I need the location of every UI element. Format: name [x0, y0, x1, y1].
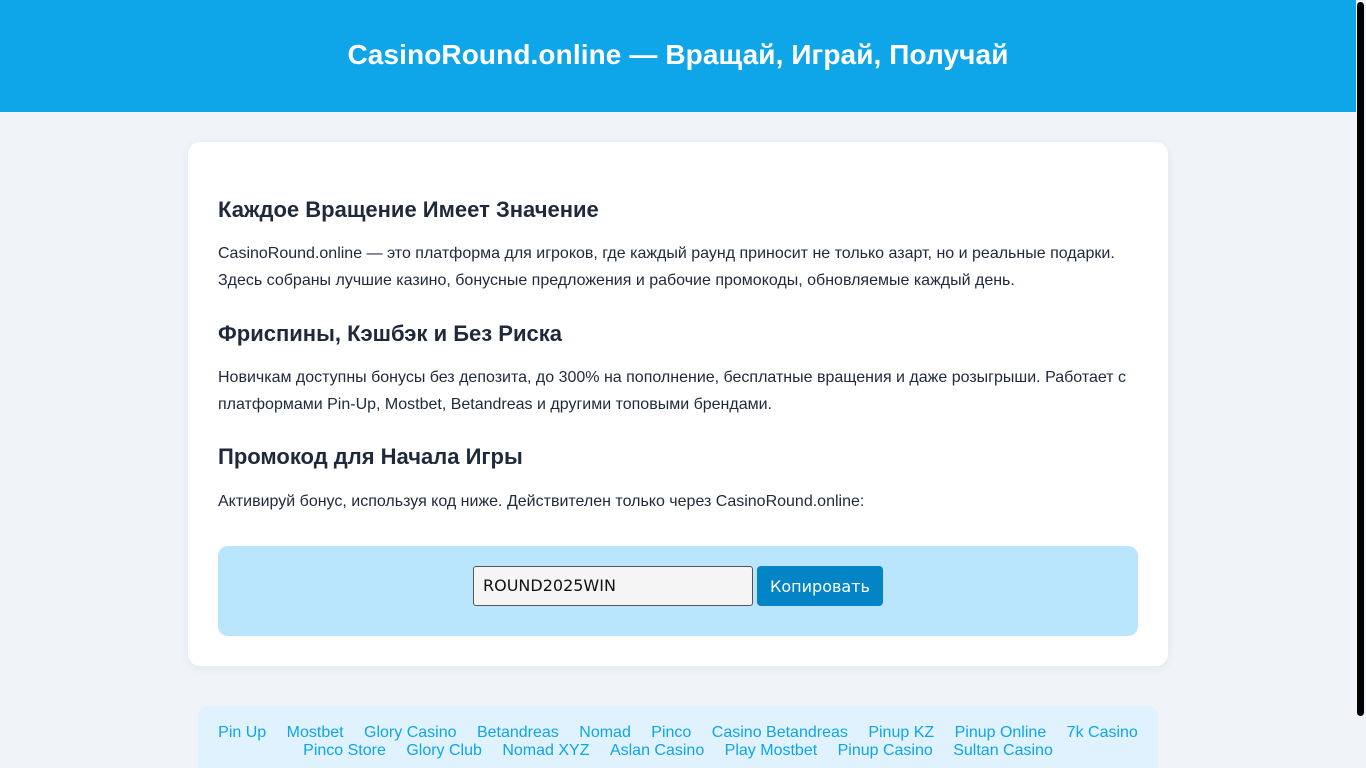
scrollbar-thumb[interactable]	[1357, 2, 1364, 716]
promo-code-input[interactable]: ROUND2025WIN	[473, 566, 753, 606]
footer-link-pinup-kz[interactable]: Pinup KZ	[868, 724, 934, 741]
section-text-freespins: Новичкам доступны бонусы без депозита, д…	[218, 369, 1126, 413]
casino-links-list: Pin Up Mostbet Glory Casino Betandreas N…	[198, 724, 1158, 760]
section-text-promocode: Активируй бонус, используя код ниже. Дей…	[218, 493, 865, 510]
promo-code-box: ROUND2025WIN Копировать	[218, 546, 1138, 636]
footer-link-glory-club[interactable]: Glory Club	[406, 742, 482, 759]
section-text-spin: CasinoRound.online — это платформа для и…	[218, 245, 1115, 289]
footer-link-nomad-xyz[interactable]: Nomad XYZ	[502, 742, 589, 759]
footer-link-aslan-casino[interactable]: Aslan Casino	[610, 742, 704, 759]
footer-link-7k-casino[interactable]: 7k Casino	[1067, 724, 1138, 741]
page: CasinoRound.online — Вращай, Играй, Полу…	[0, 0, 1356, 768]
site-header: CasinoRound.online — Вращай, Играй, Полу…	[0, 0, 1356, 112]
site-title: CasinoRound.online — Вращай, Играй, Полу…	[347, 39, 1009, 70]
page-scrollbar[interactable]	[1356, 0, 1366, 768]
footer-link-play-mostbet[interactable]: Play Mostbet	[725, 742, 817, 759]
copy-button[interactable]: Копировать	[757, 566, 883, 606]
section-heading-spin: Каждое Вращение Имеет Значение	[218, 197, 599, 222]
content-card: Каждое Вращение Имеет Значение CasinoRou…	[188, 142, 1168, 666]
footer-link-pinup-online[interactable]: Pinup Online	[955, 724, 1047, 741]
footer-link-mostbet[interactable]: Mostbet	[287, 724, 344, 741]
footer-link-pinco[interactable]: Pinco	[651, 724, 691, 741]
footer-link-pinco-store[interactable]: Pinco Store	[303, 742, 386, 759]
section-heading-freespins: Фриспины, Кэшбэк и Без Риска	[218, 321, 562, 346]
footer-link-nomad[interactable]: Nomad	[579, 724, 631, 741]
casino-links-box: Pin Up Mostbet Glory Casino Betandreas N…	[198, 706, 1158, 768]
footer-link-pin-up[interactable]: Pin Up	[218, 724, 266, 741]
footer-link-glory-casino[interactable]: Glory Casino	[364, 724, 456, 741]
footer-link-pinup-casino[interactable]: Pinup Casino	[838, 742, 933, 759]
footer-link-casino-betandreas[interactable]: Casino Betandreas	[712, 724, 848, 741]
section-heading-promocode: Промокод для Начала Игры	[218, 444, 523, 469]
footer-link-betandreas[interactable]: Betandreas	[477, 724, 559, 741]
footer-link-sultan-casino[interactable]: Sultan Casino	[953, 742, 1053, 759]
